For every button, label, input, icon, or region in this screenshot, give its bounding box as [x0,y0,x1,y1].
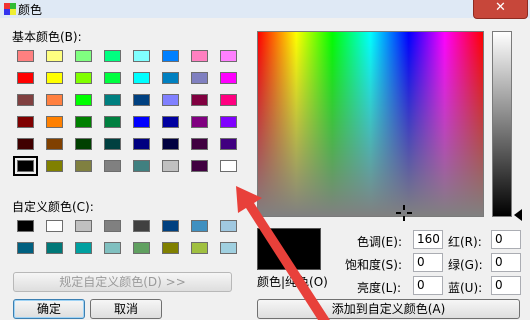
luminance-input[interactable]: 0 [413,276,443,295]
basic-color-swatch[interactable] [162,50,179,62]
custom-color-swatch[interactable] [133,220,150,232]
basic-color-swatch[interactable] [17,72,34,84]
basic-color-swatch[interactable] [133,72,150,84]
custom-color-swatch[interactable] [162,242,179,254]
basic-color-swatch[interactable] [191,116,208,128]
saturation-label: 饱和度(S): [345,258,403,272]
luminance-pointer-icon[interactable] [514,209,522,221]
basic-color-swatch[interactable] [46,72,63,84]
basic-color-swatch[interactable] [191,138,208,150]
custom-color-swatch[interactable] [46,242,63,254]
saturation-input[interactable]: 0 [413,253,443,272]
preview-label: 颜色|纯色(O) [257,275,328,289]
basic-color-swatch[interactable] [162,116,179,128]
window-title: 颜色 [18,3,43,17]
basic-color-swatch[interactable] [75,116,92,128]
ok-button[interactable]: 确定 [13,299,85,319]
basic-color-swatch[interactable] [162,138,179,150]
custom-color-swatch[interactable] [191,220,208,232]
basic-color-swatch[interactable] [46,160,63,172]
basic-color-swatch[interactable] [104,116,121,128]
hue-input[interactable]: 160 [413,230,443,249]
red-label: 红(R): [448,235,482,249]
basic-color-swatch[interactable] [17,50,34,62]
basic-color-swatch[interactable] [162,160,179,172]
blue-input[interactable]: 0 [491,276,521,295]
basic-color-swatch[interactable] [75,138,92,150]
basic-color-swatch[interactable] [220,138,237,150]
basic-color-swatch[interactable] [17,94,34,106]
hue-label: 色调(E): [357,235,402,249]
basic-color-swatch[interactable] [220,72,237,84]
basic-color-swatch[interactable] [46,50,63,62]
custom-color-swatch[interactable] [220,242,237,254]
basic-color-swatch[interactable] [46,94,63,106]
custom-color-swatch[interactable] [133,242,150,254]
basic-color-swatch[interactable] [104,50,121,62]
basic-color-swatch[interactable] [191,94,208,106]
basic-color-swatch[interactable] [191,50,208,62]
basic-color-swatch[interactable] [220,116,237,128]
basic-colors-label: 基本颜色(B): [12,30,82,44]
basic-color-swatch[interactable] [162,72,179,84]
basic-color-swatch[interactable] [220,160,237,172]
basic-color-swatch[interactable] [191,160,208,172]
basic-color-swatch[interactable] [17,116,34,128]
color-spectrum[interactable] [257,31,484,217]
basic-color-swatch[interactable] [133,160,150,172]
green-input[interactable]: 0 [491,253,521,272]
custom-color-swatch[interactable] [17,220,34,232]
basic-color-swatch[interactable] [75,72,92,84]
cancel-button[interactable]: 取消 [90,299,162,319]
basic-color-swatch[interactable] [104,138,121,150]
custom-color-swatch[interactable] [104,242,121,254]
basic-color-swatch[interactable] [17,138,34,150]
basic-color-swatch[interactable] [75,50,92,62]
basic-color-swatch[interactable] [104,94,121,106]
custom-color-swatch[interactable] [17,242,34,254]
define-custom-colors-button[interactable]: 规定自定义颜色(D) >> [13,272,232,292]
green-label: 绿(G): [448,258,483,272]
title-bar: 颜色 [0,0,530,18]
custom-color-swatch[interactable] [75,242,92,254]
basic-color-swatch[interactable] [133,116,150,128]
basic-color-swatch[interactable] [220,94,237,106]
basic-color-swatch[interactable] [162,94,179,106]
add-to-custom-colors-button[interactable]: 添加到自定义颜色(A) [257,299,520,319]
blue-label: 蓝(U): [448,281,483,295]
basic-color-swatch[interactable] [75,160,92,172]
basic-color-swatch[interactable] [220,50,237,62]
custom-color-swatch[interactable] [162,220,179,232]
close-button[interactable]: ✕ [473,0,528,19]
basic-color-swatch[interactable] [46,116,63,128]
custom-color-swatch[interactable] [75,220,92,232]
basic-color-swatch[interactable] [13,156,38,176]
crosshair-cursor-icon [396,205,412,221]
basic-color-swatch[interactable] [104,160,121,172]
basic-color-swatch[interactable] [46,138,63,150]
basic-color-swatch[interactable] [75,94,92,106]
luminance-slider[interactable] [492,31,512,217]
custom-color-swatch[interactable] [104,220,121,232]
basic-color-swatch[interactable] [104,72,121,84]
color-palette-icon [4,3,16,15]
custom-colors-label: 自定义颜色(C): [12,200,94,214]
custom-color-swatch[interactable] [46,220,63,232]
basic-color-swatch[interactable] [133,94,150,106]
basic-color-swatch[interactable] [133,138,150,150]
basic-color-swatch[interactable] [191,72,208,84]
red-input[interactable]: 0 [491,230,521,249]
color-preview [257,228,321,270]
basic-color-swatch[interactable] [133,50,150,62]
custom-color-swatch[interactable] [191,242,208,254]
luminance-label: 亮度(L): [357,281,402,295]
close-icon: ✕ [495,0,506,15]
custom-color-swatch[interactable] [220,220,237,232]
